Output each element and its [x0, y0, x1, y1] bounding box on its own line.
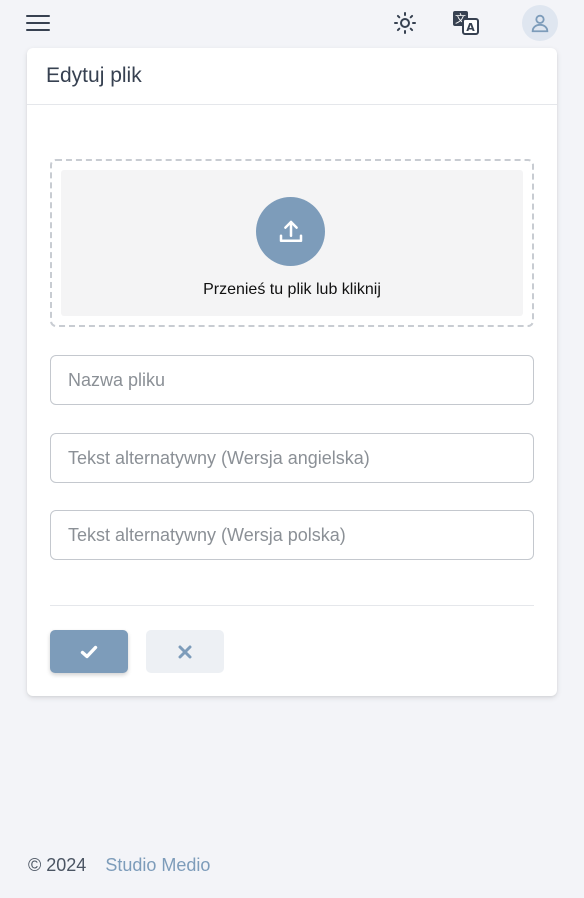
file-name-input[interactable] — [50, 355, 534, 405]
alt-text-pl-input[interactable] — [50, 510, 534, 560]
upload-icon — [279, 220, 302, 242]
dropzone-area: Przenieś tu plik lub kliknij — [61, 170, 523, 316]
dialog-title: Edytuj plik — [46, 64, 142, 87]
hamburger-menu-icon — [26, 15, 50, 17]
footer: © 2024 Studio Medio — [28, 855, 210, 876]
menu-button[interactable] — [26, 13, 50, 33]
account-button[interactable] — [522, 5, 558, 41]
cancel-button[interactable] — [146, 630, 224, 673]
dropzone-label: Przenieś tu plik lub kliknij — [203, 281, 381, 298]
top-bar: 文 A — [0, 0, 584, 46]
file-dropzone[interactable]: Przenieś tu plik lub kliknij — [50, 159, 534, 327]
edit-file-dialog: Edytuj plik Przenieś tu plik lub kliknij — [27, 48, 557, 696]
dialog-header: Edytuj plik — [27, 48, 557, 105]
sun-icon — [394, 12, 416, 34]
language-button[interactable]: 文 A — [451, 8, 481, 38]
upload-button — [256, 197, 325, 266]
close-icon — [178, 645, 192, 658]
translate-icon: 文 A — [453, 11, 479, 35]
theme-toggle-button[interactable] — [390, 8, 420, 38]
svg-text:A: A — [466, 21, 475, 34]
confirm-button[interactable] — [50, 630, 128, 673]
user-icon — [531, 14, 549, 33]
actions-divider — [50, 605, 534, 606]
alt-text-en-input[interactable] — [50, 433, 534, 483]
check-icon — [80, 645, 98, 658]
copyright-text: © 2024 — [28, 855, 87, 875]
studio-medio-link[interactable]: Studio Medio — [105, 855, 210, 876]
